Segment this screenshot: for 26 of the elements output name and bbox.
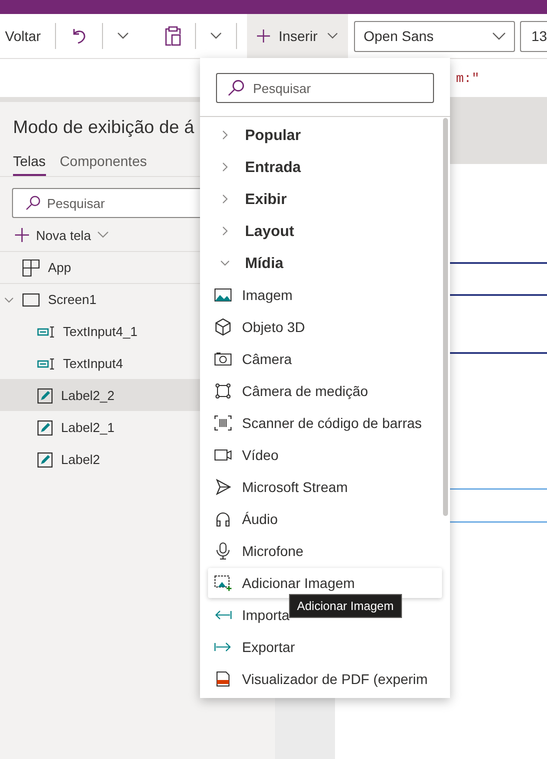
menu-item-label: Exportar [242, 639, 295, 655]
tree-item-label: App [48, 260, 72, 275]
tooltip: Adicionar Imagem [289, 594, 402, 618]
menu-item-label: Áudio [242, 511, 278, 527]
category-label: Popular [245, 126, 301, 144]
panel-title: Modo de exibição de á [13, 117, 194, 139]
search-placeholder: Pesquisar [47, 196, 105, 210]
category-label: Entrada [245, 158, 301, 176]
menu-item-label: Objeto 3D [242, 319, 306, 335]
tree-item-label: Label2_1 [61, 420, 114, 435]
category-label: Layout [245, 222, 294, 240]
menu-item-label: Vídeo [242, 447, 279, 463]
tree-item-label: TextInput4 [63, 356, 123, 371]
search-placeholder: Pesquisar [253, 80, 311, 96]
menu-item-label: Microfone [242, 543, 304, 559]
tree-item-label: Label2 [61, 452, 100, 467]
font-name: Open Sans [364, 28, 434, 44]
tree-item-label: Screen1 [48, 292, 96, 307]
tree-item-label: Label2_2 [61, 388, 114, 403]
menu-item-label: Microsoft Stream [242, 479, 348, 495]
tree-item-label: TextInput4_1 [63, 324, 138, 339]
menu-item-label: Adicionar Imagem [242, 575, 355, 591]
menu-item-label: Importa [242, 607, 290, 623]
menu-item-label: Scanner de código de barras [242, 415, 422, 431]
menu-item-label: Câmera [242, 351, 292, 367]
menu-item-label: Visualizador de PDF (experim [242, 671, 428, 687]
